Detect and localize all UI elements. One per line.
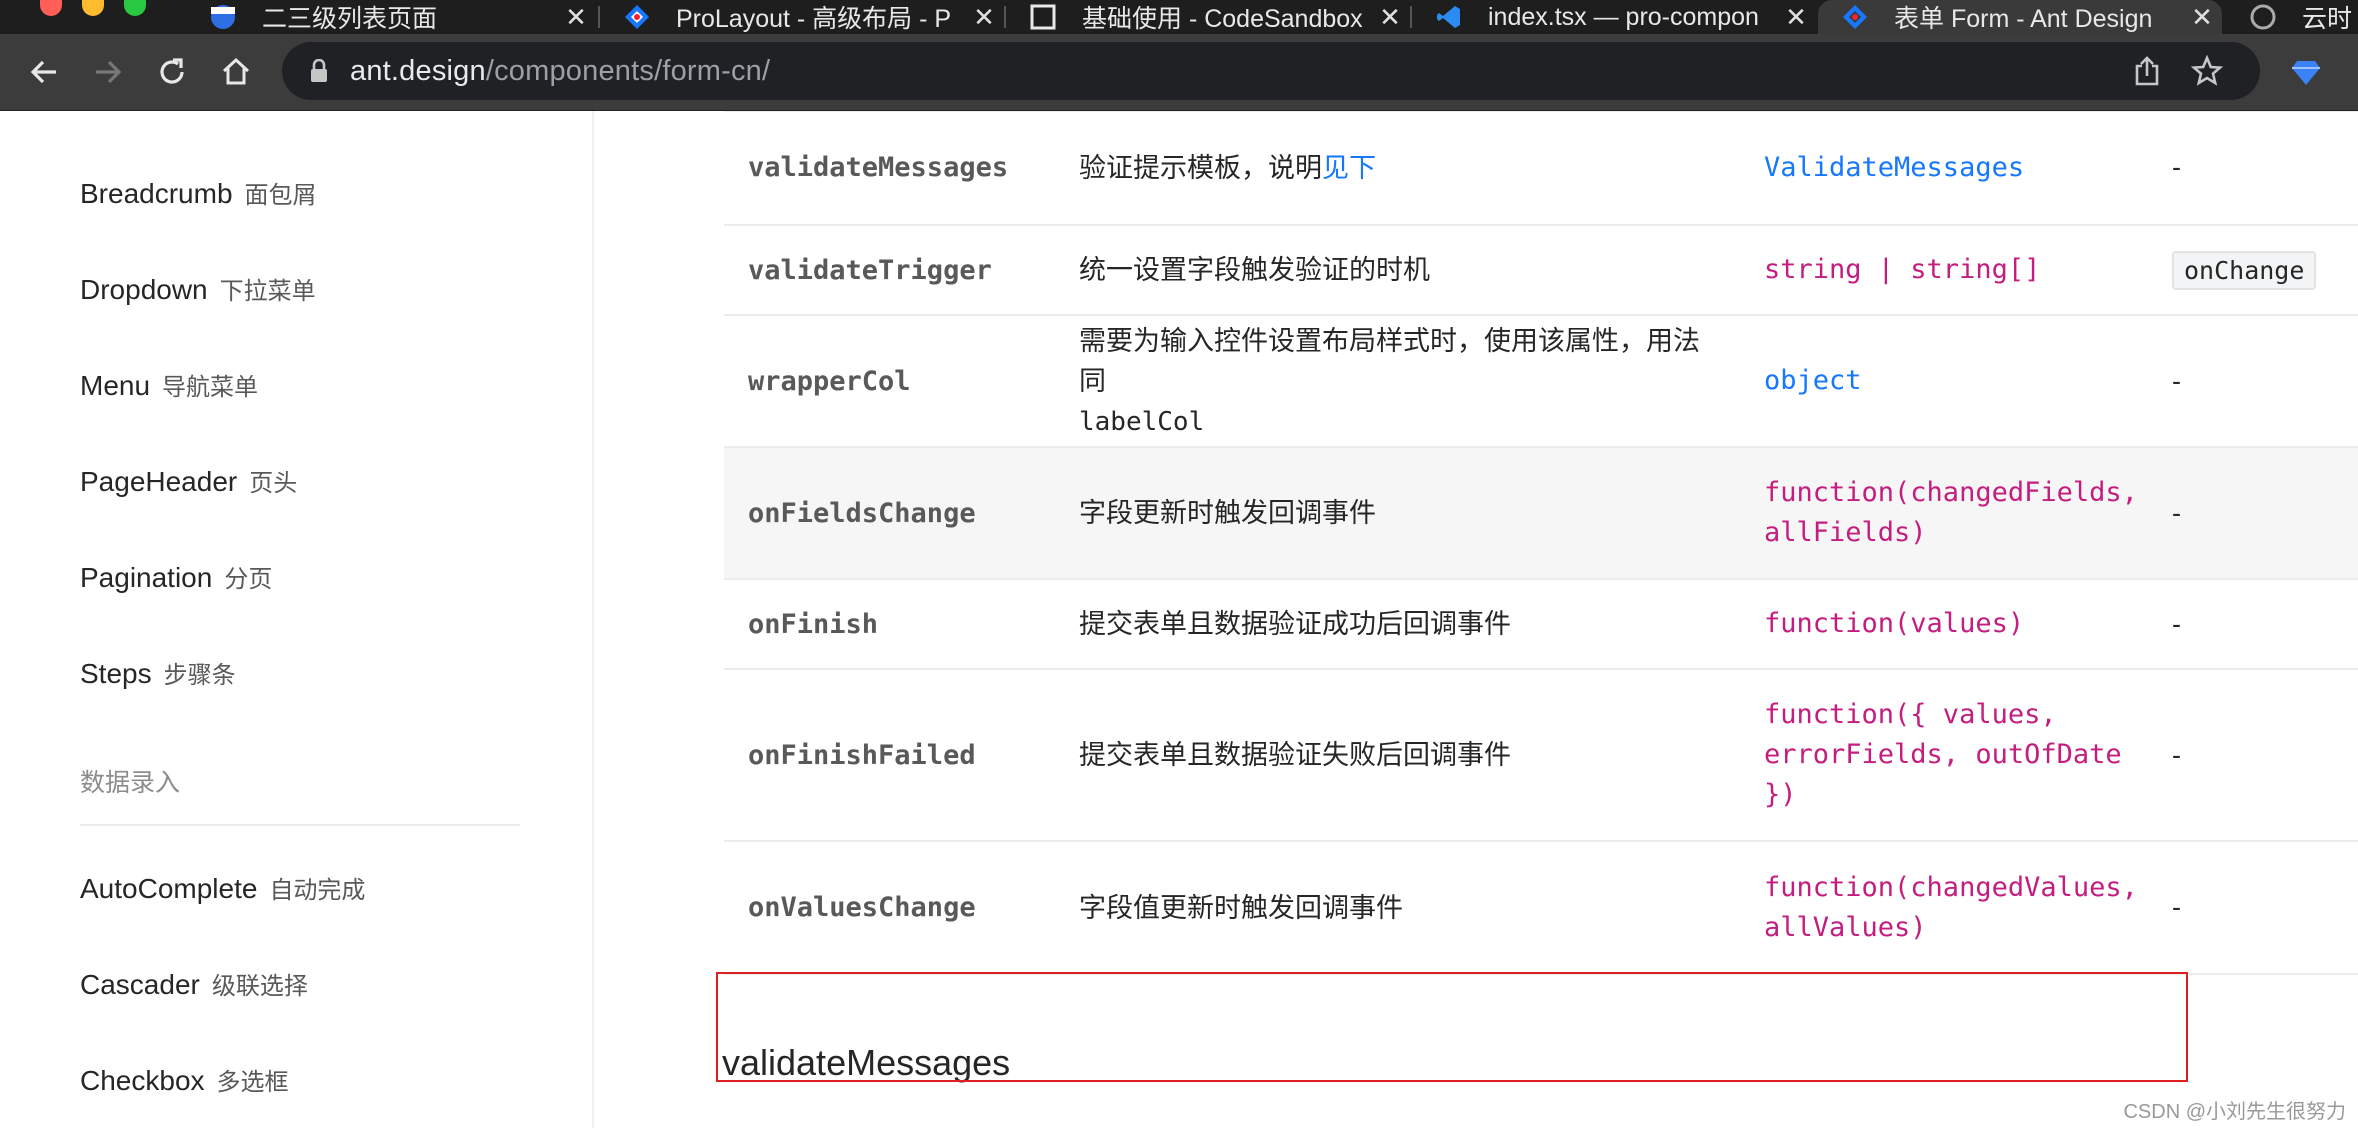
prop-name: onValuesChange <box>748 892 976 923</box>
window-minimize-control[interactable] <box>82 0 104 16</box>
vscode-icon <box>1436 4 1462 30</box>
prop-description: 验证提示模板，说明见下 <box>1079 152 1376 183</box>
prop-default: - <box>2172 892 2181 922</box>
table-row: validateTrigger 统一设置字段触发验证的时机 string | s… <box>724 226 2358 316</box>
prop-description: 提交表单且数据验证失败后回调事件 <box>1079 740 1511 770</box>
prop-description: 字段更新时触发回调事件 <box>1079 498 1376 528</box>
prop-description: 字段值更新时触发回调事件 <box>1079 892 1403 923</box>
prop-type: function(changedFields, allFields) <box>1764 477 2138 548</box>
sidebar-group-label: 数据录入 <box>80 769 181 797</box>
sidebar-item-checkbox[interactable]: Checkbox 多选框 <box>80 1062 289 1097</box>
table-row: onFinishFailed 提交表单且数据验证失败后回调事件 function… <box>724 670 2358 842</box>
reload-icon[interactable] <box>152 52 192 92</box>
sidebar-item-menu[interactable]: Menu 导航菜单 <box>80 367 258 402</box>
ant-logo-icon <box>624 4 650 30</box>
sidebar-item-cascader[interactable]: Cascader 级联选择 <box>80 966 308 1001</box>
prop-default: - <box>2172 739 2181 770</box>
default-value-tag: onChange <box>2172 250 2317 290</box>
sidebar-item-pagination[interactable]: Pagination 分页 <box>80 559 272 594</box>
prop-default: - <box>2172 608 2181 639</box>
url-text[interactable]: ant.design/components/form-cn/ <box>350 55 770 88</box>
browser-tab[interactable]: ProLayout - 高级布局 - P ✕ <box>600 0 1004 34</box>
lock-icon[interactable] <box>308 58 330 84</box>
prop-type: string | string[] <box>1764 254 2041 285</box>
prop-description: 统一设置字段触发验证的时机 <box>1079 255 1430 285</box>
codesandbox-icon <box>1030 4 1056 30</box>
prop-type: function(values) <box>1764 608 2025 639</box>
page-viewport: Breadcrumb 面包屑 Dropdown 下拉菜单 Menu 导航菜单 Page… <box>0 111 2358 1128</box>
prop-default: - <box>2172 152 2181 182</box>
prop-name: onFieldsChange <box>748 497 976 529</box>
browser-tab[interactable]: 云时 <box>2226 0 2358 34</box>
prop-type: object <box>1764 365 1862 396</box>
prop-description: 需要为输入控件设置布局样式时，使用该属性，用法同 labelCol <box>1079 325 1700 437</box>
close-tab-icon[interactable]: ✕ <box>964 2 1004 33</box>
back-arrow-icon[interactable] <box>24 52 64 92</box>
inline-code: labelCol <box>1079 406 1205 437</box>
prop-name: validateMessages <box>748 152 1009 183</box>
browser-tab[interactable]: index.tsx — pro-compon ✕ <box>1412 0 1816 34</box>
address-bar[interactable]: ant.design/components/form-cn/ <box>282 42 2260 100</box>
sidebar-item-dropdown[interactable]: Dropdown 下拉菜单 <box>80 271 316 306</box>
globe-icon <box>2250 4 2276 30</box>
browser-tab[interactable]: 二三级列表页面 ✕ <box>186 0 596 34</box>
table-row: onValuesChange 字段值更新时触发回调事件 function(cha… <box>724 842 2358 975</box>
globe-icon <box>210 4 236 30</box>
sidebar-item-steps[interactable]: Steps 步骤条 <box>80 655 236 690</box>
bookmark-star-icon[interactable] <box>2190 54 2224 88</box>
prop-default: onChange <box>2172 226 2352 314</box>
sidebar-item-autocomplete[interactable]: AutoComplete 自动完成 <box>80 870 365 905</box>
prop-default: - <box>2172 497 2181 528</box>
annotation-highlight-box <box>716 972 2188 1082</box>
prop-default: - <box>2172 365 2181 396</box>
watermark: CSDN @小刘先生很努力 <box>2123 1101 2346 1123</box>
ant-logo-icon <box>1842 4 1868 30</box>
sidebar-divider <box>80 824 520 826</box>
share-icon[interactable] <box>2130 54 2164 88</box>
prop-name: wrapperCol <box>748 365 911 397</box>
close-tab-icon[interactable]: ✕ <box>1776 2 1816 33</box>
prop-name: validateTrigger <box>748 254 992 286</box>
prop-description: 提交表单且数据验证成功后回调事件 <box>1079 609 1511 639</box>
window-maximize-control[interactable] <box>124 0 146 16</box>
close-tab-icon[interactable]: ✕ <box>2182 2 2222 33</box>
prop-name: onFinish <box>748 608 879 640</box>
table-row: validateMessages 验证提示模板，说明见下 ValidateMes… <box>724 111 2358 226</box>
browser-tab[interactable]: 基础使用 - CodeSandbox ✕ <box>1006 0 1410 34</box>
table-row: onFinish 提交表单且数据验证成功后回调事件 function(value… <box>724 580 2358 670</box>
see-below-link[interactable]: 见下 <box>1322 153 1376 183</box>
component-sidebar: Breadcrumb 面包屑 Dropdown 下拉菜单 Menu 导航菜单 Page… <box>0 111 594 1128</box>
table-row: wrapperCol 需要为输入控件设置布局样式时，使用该属性，用法同 label… <box>724 316 2358 448</box>
close-tab-icon[interactable]: ✕ <box>1370 2 1410 33</box>
browser-tab-strip: 二三级列表页面 ✕ ProLayout - 高级布局 - P ✕ 基础使用 - … <box>0 0 2358 34</box>
window-close-control[interactable] <box>40 0 62 16</box>
prop-type: function(changedValues, allValues) <box>1764 871 2138 943</box>
browser-toolbar: ant.design/components/form-cn/ <box>0 34 2358 111</box>
prop-type: function({ values, errorFields, outOfDate… <box>1764 699 2122 810</box>
home-icon[interactable] <box>216 52 256 92</box>
prop-name: onFinishFailed <box>748 739 976 771</box>
close-tab-icon[interactable]: ✕ <box>556 2 596 33</box>
browser-tab-active[interactable]: 表单 Form - Ant Design ✕ <box>1818 0 2222 34</box>
prop-type: ValidateMessages <box>1764 151 2025 183</box>
sidebar-item-breadcrumb[interactable]: Breadcrumb 面包屑 <box>80 175 317 210</box>
sidebar-item-pageheader[interactable]: PageHeader 页头 <box>80 463 297 498</box>
forward-arrow-icon[interactable] <box>88 52 128 92</box>
extension-gem-icon[interactable] <box>2286 52 2326 92</box>
table-row-hovered: onFieldsChange 字段更新时触发回调事件 function(chan… <box>724 448 2358 580</box>
